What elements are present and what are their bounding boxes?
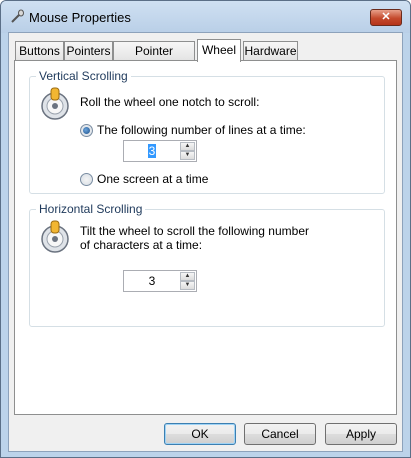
apply-button[interactable]: Apply <box>325 423 397 445</box>
one-screen-radio[interactable] <box>80 173 93 186</box>
tab-pointers[interactable]: Pointers <box>64 41 113 61</box>
vertical-scrolling-label: Vertical Scrolling <box>36 69 131 83</box>
one-screen-label[interactable]: One screen at a time <box>97 172 208 186</box>
vertical-scrolling-group: Vertical Scrolling Roll the wheel one no… <box>29 69 385 194</box>
horizontal-scrolling-label: Horizontal Scrolling <box>36 202 146 216</box>
lines-spin-up-button[interactable]: ▲ <box>180 142 195 151</box>
vertical-instruction: Roll the wheel one notch to scroll: <box>80 95 260 109</box>
ok-button[interactable]: OK <box>164 423 236 445</box>
horizontal-instruction-line1: Tilt the wheel to scroll the following n… <box>80 224 309 238</box>
characters-spinbox[interactable]: 3 ▲ ▼ <box>123 270 197 292</box>
tab-wheel[interactable]: Wheel <box>197 39 241 62</box>
tab-hardware[interactable]: Hardware <box>243 41 298 61</box>
tab-pointer-options[interactable]: Pointer Options <box>113 41 195 77</box>
dialog-body: Buttons Pointers Pointer Options Wheel H… <box>8 32 403 452</box>
title-bar[interactable]: Mouse Properties ✕ <box>1 1 410 33</box>
characters-spin-down-button[interactable]: ▼ <box>180 281 195 290</box>
horizontal-scrolling-group: Horizontal Scrolling Tilt the wheel to s… <box>29 202 385 327</box>
horizontal-instruction-line2: of characters at a time: <box>80 238 203 252</box>
characters-spin-up-button[interactable]: ▲ <box>180 272 195 281</box>
mouse-icon <box>11 9 24 23</box>
wheel-tab-panel: Vertical Scrolling Roll the wheel one no… <box>14 60 397 415</box>
lines-spin-down-button[interactable]: ▼ <box>180 151 195 160</box>
lines-at-a-time-label[interactable]: The following number of lines at a time: <box>97 123 306 137</box>
lines-spinbox[interactable]: 3 ▲ ▼ <box>123 140 197 162</box>
lines-at-a-time-radio[interactable] <box>80 124 93 137</box>
mouse-wheel-vertical-icon <box>41 87 69 120</box>
mouse-wheel-horizontal-icon <box>41 220 69 253</box>
tab-buttons[interactable]: Buttons <box>15 41 64 61</box>
cancel-button[interactable]: Cancel <box>244 423 316 445</box>
close-button[interactable]: ✕ <box>370 9 402 26</box>
mouse-properties-window: Mouse Properties ✕ Buttons Pointers Poin… <box>0 0 411 458</box>
window-title: Mouse Properties <box>29 10 131 25</box>
characters-value-input[interactable]: 3 <box>124 271 180 291</box>
lines-value-input[interactable]: 3 <box>124 141 180 161</box>
